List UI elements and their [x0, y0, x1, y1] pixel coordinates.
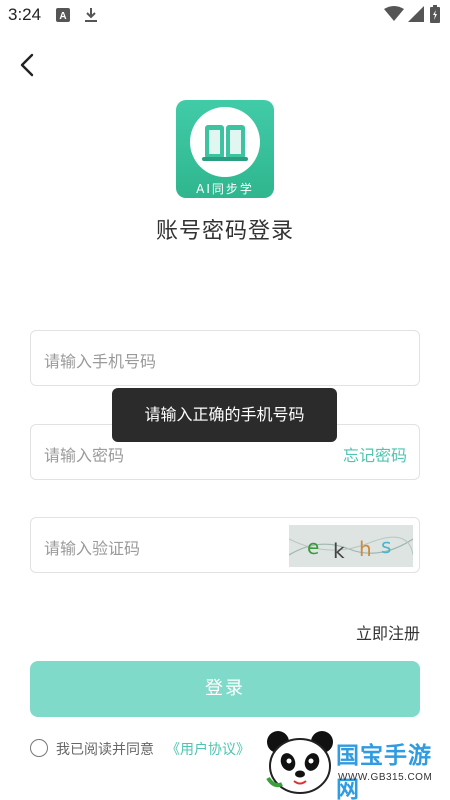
register-link[interactable]: 立即注册	[356, 620, 420, 644]
captcha-input[interactable]: 请输入验证码 e k h s	[30, 517, 420, 573]
phone-input[interactable]: 请输入手机号码	[30, 330, 420, 386]
signal-icon	[408, 6, 424, 26]
forgot-password-link[interactable]: 忘记密码	[343, 442, 407, 466]
captcha-char-4: s	[381, 534, 391, 558]
chevron-left-icon	[20, 53, 34, 77]
captcha-char-3: h	[359, 537, 372, 561]
watermark-title: 国宝手游网	[336, 743, 432, 800]
download-icon	[84, 7, 98, 27]
logo-caption: AI同步学	[196, 182, 254, 196]
back-button[interactable]	[14, 50, 42, 80]
svg-text:A: A	[59, 11, 66, 22]
battery-icon	[430, 5, 440, 27]
page-title: 账号密码登录	[155, 219, 294, 244]
captcha-placeholder: 请输入验证码	[44, 539, 141, 558]
captcha-char-1: e	[307, 535, 319, 559]
watermark: 国宝手游网 WWW.GB315.COM	[258, 722, 450, 800]
user-agreement-link[interactable]: 《用户协议》	[166, 739, 250, 759]
password-placeholder: 请输入密码	[44, 446, 125, 465]
toast-message: 请输入正确的手机号码	[112, 388, 337, 442]
app-logo: AI同步学	[176, 100, 274, 198]
phone-placeholder: 请输入手机号码	[44, 352, 157, 371]
wifi-icon	[384, 6, 404, 26]
agreement-text: 我已阅读并同意	[56, 742, 154, 758]
status-time: 3:24	[8, 5, 42, 24]
panda-icon	[266, 731, 333, 794]
status-bar: 3:24 A	[0, 0, 450, 32]
open-book-icon	[202, 125, 248, 161]
login-button[interactable]: 登录	[30, 661, 420, 717]
agreement-checkbox[interactable]	[30, 739, 48, 757]
a-notification-icon: A	[56, 7, 70, 26]
watermark-url: WWW.GB315.COM	[338, 772, 433, 783]
captcha-char-2: k	[333, 539, 345, 563]
captcha-image[interactable]: e k h s	[289, 525, 413, 567]
